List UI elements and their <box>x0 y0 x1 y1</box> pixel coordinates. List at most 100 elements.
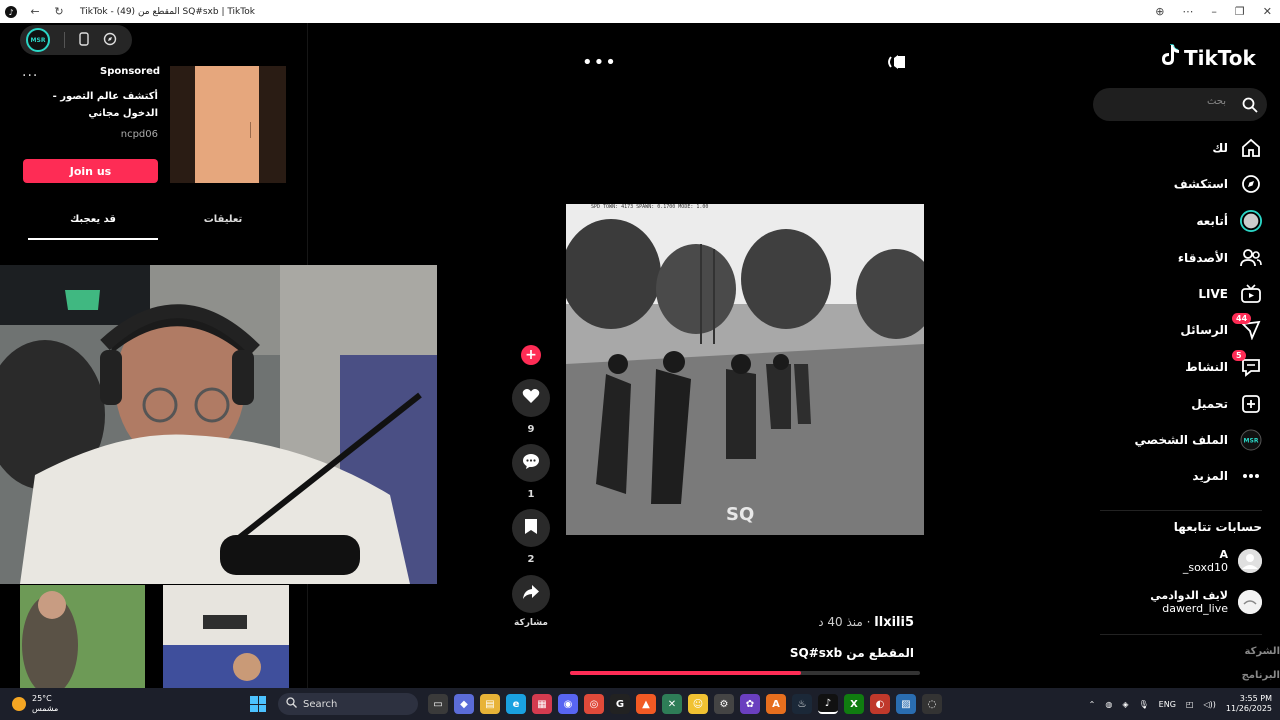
bookmark-count: 2 <box>527 554 535 565</box>
reload-icon[interactable]: ↻ <box>52 5 66 19</box>
following-account[interactable]: لايف الدوادمي dawerd_live <box>1100 585 1262 619</box>
temperature: 25°C <box>32 694 52 703</box>
divider <box>64 32 65 48</box>
messages-badge: 44 <box>1232 313 1252 324</box>
app-icon[interactable]: ✕ <box>662 694 682 714</box>
steam-icon[interactable]: ♨ <box>792 694 812 714</box>
phone-icon[interactable] <box>79 31 89 49</box>
following-account[interactable]: A _soxd10 <box>1100 544 1262 578</box>
tab-title[interactable]: TikTok - (49) المقطع من SQ#sxb | TikTok <box>80 7 255 17</box>
xbox-icon[interactable]: X <box>844 694 864 714</box>
video-caption[interactable]: المقطع من SQ#sxb <box>760 646 914 660</box>
minimize-icon[interactable]: – <box>1211 5 1217 18</box>
ad-title[interactable]: أكتشف عالم التصور - الدخول مجاني <box>30 88 158 122</box>
app-icon[interactable]: ⚙ <box>714 694 734 714</box>
app-icon[interactable]: ◌ <box>922 694 942 714</box>
chrome-icon[interactable]: ◎ <box>584 694 604 714</box>
tiktok-logo[interactable]: TikTok <box>1160 44 1256 71</box>
app-icon[interactable]: ▨ <box>896 694 916 714</box>
language-indicator[interactable]: ENG <box>1159 700 1176 709</box>
search-placeholder: بحث <box>1206 96 1226 107</box>
nav-for-you[interactable]: لك <box>1110 133 1262 163</box>
sun-icon <box>12 697 26 711</box>
network-icon[interactable]: ◰ <box>1186 700 1194 709</box>
brave-icon[interactable]: ▲ <box>636 694 656 714</box>
tray-app-icon[interactable]: ◈ <box>1122 700 1128 709</box>
compass-icon <box>1240 173 1262 195</box>
tab-you-may-like[interactable]: قد يعجبك <box>28 212 158 240</box>
file-explorer-icon[interactable]: ▤ <box>480 694 500 714</box>
ad-account[interactable]: ncpd06 <box>100 129 158 140</box>
task-view-icon[interactable]: ▭ <box>428 694 448 714</box>
app-icon[interactable]: ◐ <box>870 694 890 714</box>
like-count: 9 <box>527 424 535 435</box>
close-icon[interactable]: ✕ <box>1263 5 1272 18</box>
search-icon[interactable] <box>1242 97 1258 117</box>
sponsored-label: Sponsored <box>100 66 161 77</box>
menu-dots-icon[interactable]: ⋯ <box>1182 5 1193 18</box>
volume-icon[interactable] <box>886 52 908 76</box>
restore-icon[interactable]: ❐ <box>1235 5 1245 18</box>
app-icon[interactable]: G <box>610 694 630 714</box>
share-button[interactable] <box>512 575 550 613</box>
discord-icon[interactable]: ◉ <box>558 694 578 714</box>
nav-more[interactable]: المزيد <box>1110 461 1262 491</box>
nav-label: النشاط <box>1185 360 1228 374</box>
windows-taskbar: 25°C مشمس Search ▭ ◆ ▤ e ▦ ◉ ◎ G ▲ ✕ ☺ ⚙… <box>0 688 1280 720</box>
join-us-button[interactable]: Join us <box>23 159 158 183</box>
zoom-icon[interactable]: ⊕ <box>1155 5 1164 18</box>
nav-messages[interactable]: الرسائل 44 <box>1110 313 1262 345</box>
comment-button[interactable] <box>512 444 550 482</box>
author-username[interactable]: llxili5 <box>874 615 914 630</box>
app-icon[interactable]: A <box>766 694 786 714</box>
search-icon <box>286 697 297 711</box>
tray-app-icon[interactable]: ◍ <box>1105 700 1112 709</box>
microphone-icon[interactable]: 🎙 <box>1139 700 1149 709</box>
bookmark-button[interactable] <box>512 509 550 547</box>
windows-start-icon[interactable] <box>250 696 266 712</box>
volume-icon[interactable]: ◁)) <box>1203 700 1215 709</box>
nav-upload[interactable]: تحميل <box>1110 389 1262 419</box>
following-icon <box>1240 210 1262 232</box>
video-options-icon[interactable]: ••• <box>582 52 617 73</box>
tab-comments[interactable]: تعليقات <box>158 212 288 240</box>
like-button[interactable] <box>512 379 550 417</box>
footer-link-program[interactable]: البرنامج <box>1200 670 1280 681</box>
nav-label: لك <box>1212 141 1228 155</box>
heart-icon <box>522 388 540 408</box>
ad-thumbnail[interactable] <box>170 66 286 183</box>
back-icon[interactable]: ← <box>28 5 42 19</box>
footer-link-company[interactable]: الشركة <box>1200 646 1280 657</box>
compass-icon[interactable] <box>103 32 117 49</box>
app-icon[interactable]: ✿ <box>740 694 760 714</box>
share-label: مشاركة <box>514 618 548 628</box>
edge-icon[interactable]: e <box>506 694 526 714</box>
post-time: منذ 40 د <box>818 615 863 629</box>
nav-label: LIVE <box>1198 287 1228 301</box>
nav-profile[interactable]: الملف الشخصي MSR <box>1110 425 1262 455</box>
nav-live[interactable]: LIVE <box>1110 279 1262 309</box>
nav-following[interactable]: أتابعه <box>1110 206 1262 236</box>
nav-explore[interactable]: استكشف <box>1110 169 1262 199</box>
comment-icon <box>522 453 540 474</box>
video-progress-bar[interactable] <box>570 671 920 675</box>
chevron-up-icon[interactable]: ⌃ <box>1089 700 1096 709</box>
tiktok-note-icon <box>1160 44 1180 71</box>
nav-friends[interactable]: الأصدقاء <box>1110 243 1262 273</box>
store-icon[interactable]: ▦ <box>532 694 552 714</box>
video-player[interactable]: SPD TOWN: 4173 SPAWN: 0.1700 MODE: 1.00 … <box>566 204 924 535</box>
app-icon[interactable]: ☺ <box>688 694 708 714</box>
avatar[interactable]: MSR <box>26 28 50 52</box>
ad-menu-icon[interactable]: ... <box>22 64 38 80</box>
follow-plus-button[interactable]: + <box>521 345 541 365</box>
nav-activity[interactable]: النشاط 5 <box>1110 350 1262 382</box>
divider <box>1100 634 1262 635</box>
related-video-thumbnail[interactable] <box>163 585 289 688</box>
clock[interactable]: 3:55 PM 11/26/2025 <box>1226 694 1272 714</box>
tiktok-icon[interactable]: ♪ <box>818 694 838 714</box>
copilot-icon[interactable]: ◆ <box>454 694 474 714</box>
related-video-thumbnail[interactable] <box>20 585 145 695</box>
weather-widget[interactable]: 25°C مشمس <box>0 694 250 714</box>
svg-text:MSR: MSR <box>1244 438 1259 445</box>
taskbar-search[interactable]: Search <box>278 693 418 715</box>
